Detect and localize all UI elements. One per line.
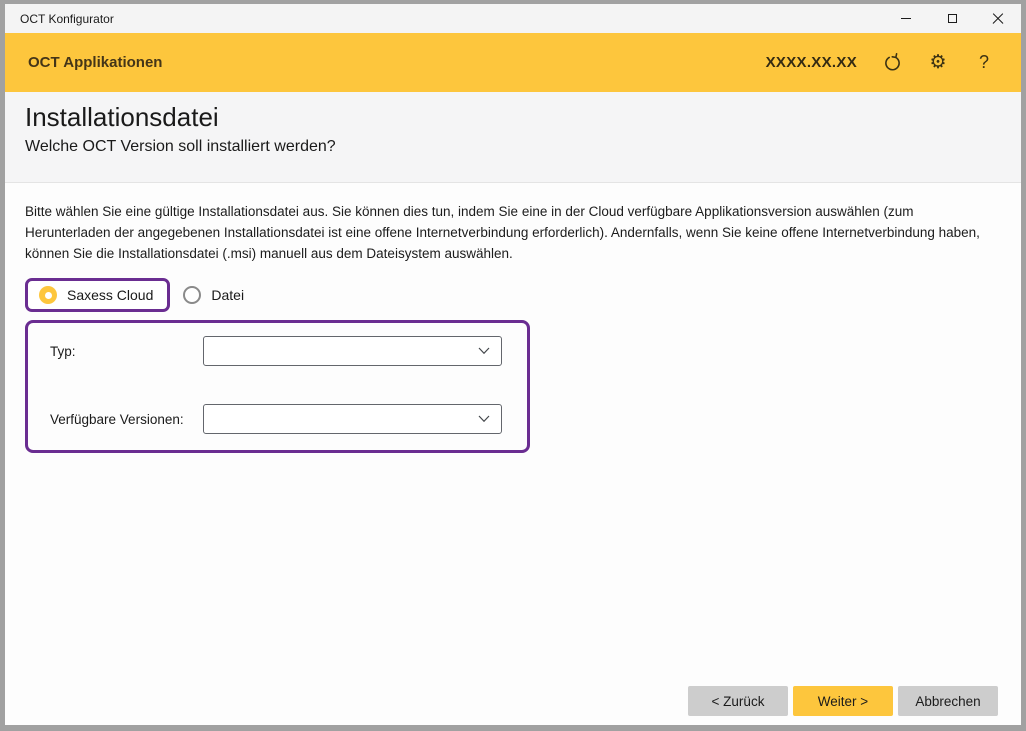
maximize-button[interactable] [929, 4, 975, 33]
intro-text: Bitte wählen Sie eine gültige Installati… [25, 183, 987, 264]
cancel-button[interactable]: Abbrechen [898, 686, 998, 716]
versions-row: Verfügbare Versionen: [50, 404, 502, 434]
type-label: Typ: [50, 344, 203, 359]
minimize-button[interactable] [883, 4, 929, 33]
window-controls [883, 4, 1021, 33]
versions-dropdown[interactable] [203, 404, 502, 434]
next-button[interactable]: Weiter > [793, 686, 893, 716]
page-title: Installationsdatei [25, 99, 1021, 135]
type-dropdown[interactable] [203, 336, 502, 366]
wizard-footer: < Zurück Weiter > Abbrechen [688, 686, 998, 716]
page-header: Installationsdatei Welche OCT Version so… [5, 92, 1021, 183]
radio-selected-icon[interactable] [39, 286, 57, 304]
radio-label[interactable]: Datei [211, 287, 244, 303]
maximize-icon [948, 14, 957, 23]
cloud-selection-group: Typ: Verfügbare Versionen: [25, 320, 530, 453]
window-title: OCT Konfigurator [5, 12, 883, 26]
radio-option-datei[interactable]: Datei [183, 286, 244, 304]
version-label: XXXX.XX.XX [766, 54, 857, 71]
page-subtitle: Welche OCT Version soll installiert werd… [25, 135, 1021, 158]
source-option-group: Saxess Cloud Datei [25, 278, 1021, 312]
window-title-bar[interactable]: OCT Konfigurator [5, 4, 1021, 33]
main-content: Bitte wählen Sie eine gültige Installati… [5, 183, 1021, 725]
back-button[interactable]: < Zurück [688, 686, 788, 716]
minimize-icon [901, 18, 911, 19]
close-button[interactable] [975, 4, 1021, 33]
radio-option-saxess-cloud[interactable]: Saxess Cloud [25, 278, 170, 312]
radio-label[interactable]: Saxess Cloud [67, 287, 153, 303]
app-header: OCT Applikationen XXXX.XX.XX ⚙ ? [5, 33, 1021, 92]
radio-unselected-icon[interactable] [183, 286, 201, 304]
app-window: OCT Konfigurator OCT Applikationen XXXX.… [0, 0, 1026, 731]
type-row: Typ: [50, 336, 502, 366]
versions-label: Verfügbare Versionen: [50, 412, 203, 427]
refresh-icon[interactable] [881, 52, 903, 74]
gear-icon[interactable]: ⚙ [927, 52, 949, 74]
close-icon [991, 12, 1005, 26]
chevron-down-icon [478, 347, 490, 355]
app-header-title: OCT Applikationen [28, 54, 766, 71]
help-icon[interactable]: ? [973, 52, 995, 74]
chevron-down-icon [478, 415, 490, 423]
